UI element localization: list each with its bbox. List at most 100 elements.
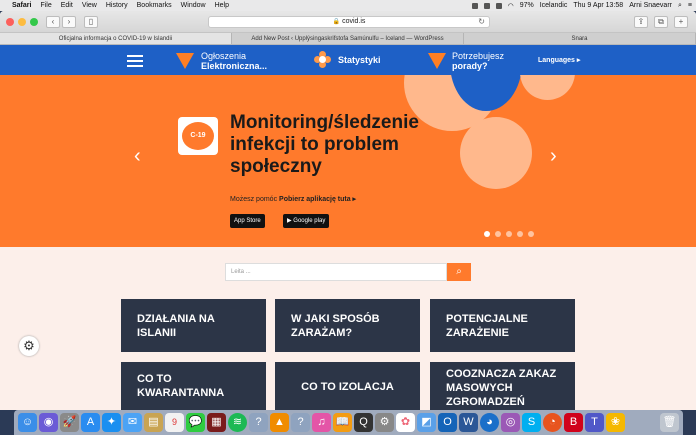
hero-title: Monitoring/śledzenie infekcji to problem…: [230, 112, 419, 177]
carousel-dots: [484, 231, 534, 237]
lock-icon: 🔒: [332, 19, 341, 25]
help-icon[interactable]: ?: [291, 413, 310, 432]
bitdefender-icon[interactable]: B: [564, 413, 583, 432]
google-play-label: Google play: [293, 218, 326, 224]
carousel-next-arrow[interactable]: ›: [550, 145, 557, 168]
hamburger-menu-icon[interactable]: [127, 55, 143, 70]
nav-item-announcements[interactable]: Ogłoszenia Elektroniczna...: [176, 51, 267, 71]
tabs-overview-icon[interactable]: ⧉: [654, 16, 668, 28]
menu-file[interactable]: File: [40, 2, 51, 9]
user-name[interactable]: Arni Snaevarr: [629, 2, 672, 9]
menu-help[interactable]: Help: [215, 2, 229, 9]
google-play-button[interactable]: ▶ Google play: [283, 214, 330, 228]
firefox-icon[interactable]: ◕: [480, 413, 499, 432]
preview-icon[interactable]: ◩: [417, 413, 436, 432]
card-quarantine[interactable]: CO TO KWARANTANNA: [121, 362, 266, 410]
card-how-infected[interactable]: W JAKI SPOSÓB ZARAŻAM?: [275, 299, 420, 352]
search-icon: ⌕: [456, 266, 462, 277]
hero-carousel: ‹ › C-19 Monitoring/śledzenie infekcji t…: [0, 75, 696, 247]
browser-toolbar: ‹ › ▯ 🔒 covid.is ↻ ⇪ ⧉ +: [0, 11, 696, 33]
download-app-link[interactable]: Pobierz aplikację tuta ▸: [279, 196, 356, 203]
photos-icon[interactable]: ✿: [396, 413, 415, 432]
books-icon[interactable]: 📖: [333, 413, 352, 432]
menu-bar: Safari File Edit View History Bookmarks …: [0, 0, 696, 11]
mail-icon[interactable]: ✉: [123, 413, 142, 432]
nav-item-statistics[interactable]: Statystyki: [314, 51, 381, 69]
menu-app-safari[interactable]: Safari: [12, 2, 31, 9]
carousel-dot[interactable]: [484, 231, 490, 237]
menu-history[interactable]: History: [106, 2, 128, 9]
card-gathering-ban[interactable]: COOZNACZA ZAKAZ MASOWYCH ZGROMADZEŃ: [430, 362, 575, 410]
hero-help-text: Możesz pomóc Pobierz aplikację tuta ▸: [230, 195, 356, 203]
nav-item-label: porady?: [452, 61, 488, 71]
appstore-icon[interactable]: A: [81, 413, 100, 432]
skype-icon[interactable]: S: [522, 413, 541, 432]
close-button[interactable]: [6, 17, 14, 26]
status-app-icon[interactable]: [483, 2, 490, 9]
word-icon[interactable]: W: [459, 413, 478, 432]
reload-icon[interactable]: ↻: [478, 17, 485, 27]
photobooth-icon[interactable]: ▦: [207, 413, 226, 432]
vlc-icon[interactable]: ▲: [270, 413, 289, 432]
card-potential-infection[interactable]: POTENCJALNE ZARAŻENIE: [430, 299, 575, 352]
app-store-label: App Store: [234, 218, 261, 224]
podcasts-icon[interactable]: ◎: [501, 413, 520, 432]
languages-link[interactable]: Languages ▸: [538, 56, 580, 64]
settings-icon[interactable]: ⚙: [375, 413, 394, 432]
app-store-button[interactable]: App Store: [230, 214, 265, 228]
back-button[interactable]: ‹: [46, 15, 60, 28]
carousel-dot[interactable]: [495, 231, 501, 237]
spotlight-icon[interactable]: ⌕: [678, 2, 682, 10]
menu-window[interactable]: Window: [181, 2, 206, 9]
tab-wordpress[interactable]: Add New Post ‹ Upplýsingaskrifstofa Samú…: [232, 33, 464, 44]
carousel-dot[interactable]: [517, 231, 523, 237]
firefox-icon[interactable]: ◔: [543, 413, 562, 432]
notification-center-icon[interactable]: ≡: [688, 2, 692, 9]
settings-gear-icon[interactable]: ⚙: [19, 336, 39, 356]
minimize-button[interactable]: [18, 17, 26, 26]
card-isolation[interactable]: CO TO IZOLACJA: [275, 362, 420, 410]
itunes-icon[interactable]: ♫: [312, 413, 331, 432]
siri-icon[interactable]: ◉: [39, 413, 58, 432]
card-actions-iceland[interactable]: DZIAŁANIA NA ISLANII: [121, 299, 266, 352]
carousel-dot[interactable]: [528, 231, 534, 237]
calendar-day: 9: [171, 417, 177, 427]
calendar-icon[interactable]: 9: [165, 413, 184, 432]
nav-item-advice[interactable]: Potrzebujesz porady?: [428, 51, 504, 71]
messages-icon[interactable]: 💬: [186, 413, 205, 432]
search-input[interactable]: Leita ...: [225, 263, 447, 281]
outlook-icon[interactable]: O: [438, 413, 457, 432]
sidebar-icon[interactable]: ▯: [84, 15, 98, 28]
share-icon[interactable]: ⇪: [634, 16, 648, 28]
dock: ☺ ◉ 🚀 A ✦ ✉ ▤ 9 💬 ▦ ≋ ? ▲ ? ♫ 📖 Q ⚙ ✿ ◩ …: [14, 410, 683, 435]
trash-icon[interactable]: 🗑: [660, 413, 679, 432]
menu-view[interactable]: View: [82, 2, 97, 9]
search-button[interactable]: ⌕: [447, 263, 471, 281]
fullscreen-button[interactable]: [30, 17, 38, 26]
safari-icon[interactable]: ✦: [102, 413, 121, 432]
battery-level[interactable]: 97%: [520, 2, 534, 9]
tab-snara[interactable]: Snara: [464, 33, 696, 44]
help-icon[interactable]: ?: [249, 413, 268, 432]
carousel-dot[interactable]: [506, 231, 512, 237]
menu-bookmarks[interactable]: Bookmarks: [137, 2, 172, 9]
wifi-icon[interactable]: ◠: [508, 2, 514, 10]
window-controls: [6, 17, 38, 26]
tab-covid[interactable]: Oficjalna informacja o COVID-19 w Island…: [0, 33, 232, 44]
quicktime-icon[interactable]: Q: [354, 413, 373, 432]
new-tab-icon[interactable]: +: [674, 16, 688, 28]
clock[interactable]: Thu 9 Apr 13:58: [573, 2, 623, 9]
forward-button[interactable]: ›: [62, 15, 76, 28]
menu-edit[interactable]: Edit: [61, 2, 73, 9]
teams-icon[interactable]: T: [585, 413, 604, 432]
launchpad-icon[interactable]: 🚀: [60, 413, 79, 432]
address-bar[interactable]: 🔒 covid.is ↻: [208, 16, 490, 28]
carousel-prev-arrow[interactable]: ‹: [134, 145, 141, 168]
finder-icon[interactable]: ☺: [18, 413, 37, 432]
status-app-icon[interactable]: [471, 2, 478, 9]
status-app-icon[interactable]: [495, 2, 502, 9]
spotify-icon[interactable]: ≋: [228, 413, 247, 432]
notes-icon[interactable]: ▤: [144, 413, 163, 432]
input-source[interactable]: Icelandic: [540, 2, 568, 9]
sunflower-icon[interactable]: ❀: [606, 413, 625, 432]
